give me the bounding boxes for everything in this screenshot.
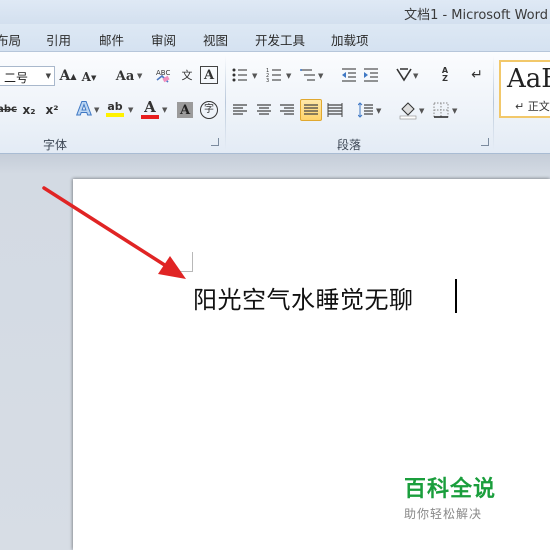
font-size-value: 二号	[4, 71, 29, 85]
multilevel-list-button[interactable]	[300, 67, 316, 83]
align-center-button[interactable]	[256, 102, 272, 118]
tab-mailings[interactable]: 邮件	[99, 30, 124, 49]
align-right-button[interactable]	[279, 102, 295, 118]
ribbon-tabs: 布局 引用 邮件 审阅 视图 开发工具 加载项	[0, 24, 550, 52]
chevron-down-icon: ▼	[452, 107, 458, 115]
subscript-button[interactable]: x₂	[20, 102, 38, 118]
char-shading-button[interactable]: A	[177, 102, 193, 118]
highlight-button[interactable]: ab	[104, 99, 126, 119]
strikethrough-button[interactable]: abc	[0, 102, 18, 118]
change-case-button[interactable]: Aa	[112, 68, 138, 84]
chevron-down-icon: ▼	[286, 72, 292, 80]
svg-text:ABC: ABC	[156, 69, 170, 77]
sort-button[interactable]: AZ	[436, 66, 454, 84]
group-divider	[225, 56, 226, 150]
ribbon: 二号 ▼ A ▲ A ▼ Aa ▼ ABC 文 A abc x₂ x² A ▼ ab…	[0, 52, 550, 154]
chevron-down-icon: ▼	[318, 72, 324, 80]
tab-layout[interactable]: 布局	[0, 30, 21, 49]
clear-format-button[interactable]: ABC	[154, 66, 172, 84]
borders-button[interactable]	[433, 102, 449, 118]
tab-addins[interactable]: 加载项	[331, 30, 369, 49]
shading-button[interactable]	[399, 100, 417, 120]
chevron-down-icon: ▼	[413, 72, 419, 80]
enclose-char-button[interactable]: 字	[200, 101, 218, 119]
chevron-down-icon: ▼	[376, 107, 382, 115]
paragraph-group-label: 段落	[337, 138, 362, 152]
font-group-label: 字体	[43, 138, 68, 152]
svg-text:3: 3	[266, 78, 269, 83]
chevron-down-icon: ▼	[252, 72, 258, 80]
tab-developer[interactable]: 开发工具	[255, 30, 305, 49]
align-left-button[interactable]	[232, 102, 248, 118]
watermark-subtitle: 助你轻松解决	[404, 507, 483, 521]
char-border-button[interactable]: A	[200, 66, 218, 84]
increase-indent-button[interactable]	[363, 67, 379, 83]
chevron-down-icon: ▼	[137, 72, 143, 80]
decrease-indent-button[interactable]	[341, 67, 357, 83]
superscript-button[interactable]: x²	[43, 102, 61, 118]
show-marks-button[interactable]: ↵	[470, 66, 484, 84]
asian-layout-button[interactable]	[395, 66, 413, 84]
window-title: 文档1 - Microsoft Word	[404, 8, 548, 23]
font-size-select[interactable]: 二号 ▼	[0, 66, 55, 86]
distributed-button[interactable]	[327, 102, 343, 118]
text-cursor	[455, 279, 457, 313]
style-normal-tile[interactable]: AaB ↵ 正文	[499, 60, 550, 118]
phonetic-guide-button[interactable]: 文	[177, 65, 197, 85]
chevron-down-icon: ▼	[128, 106, 134, 114]
chevron-down-icon: ▼	[162, 106, 168, 114]
text-effects-button[interactable]: A	[74, 98, 94, 120]
group-divider	[493, 56, 494, 150]
bullets-button[interactable]	[232, 67, 248, 83]
chevron-down-icon: ▼	[45, 72, 51, 80]
chevron-down-icon: ▼	[419, 107, 425, 115]
grow-font-button[interactable]: A ▲	[59, 68, 76, 84]
tab-review[interactable]: 审阅	[151, 30, 176, 49]
font-dialog-launcher-icon[interactable]	[211, 138, 219, 146]
paragraph-dialog-launcher-icon[interactable]	[481, 138, 489, 146]
watermark: 百科全说 助你轻松解决	[404, 471, 496, 522]
chevron-down-icon: ▼	[94, 106, 100, 114]
tab-references[interactable]: 引用	[46, 30, 71, 49]
line-spacing-button[interactable]	[358, 102, 374, 118]
title-bar: 文档1 - Microsoft Word	[0, 0, 550, 24]
watermark-title: 百科全说	[404, 477, 497, 502]
document-text[interactable]: 阳光空气水睡觉无聊	[193, 280, 414, 315]
style-name: ↵ 正文	[515, 100, 550, 113]
margin-corner-mark	[173, 252, 193, 272]
justify-button[interactable]	[300, 99, 322, 121]
style-preview: AaB	[507, 64, 550, 94]
shrink-font-button[interactable]: A ▼	[81, 69, 97, 85]
numbering-button[interactable]: 123	[266, 67, 282, 83]
font-color-button[interactable]: A	[140, 98, 160, 120]
tab-view[interactable]: 视图	[203, 30, 228, 49]
